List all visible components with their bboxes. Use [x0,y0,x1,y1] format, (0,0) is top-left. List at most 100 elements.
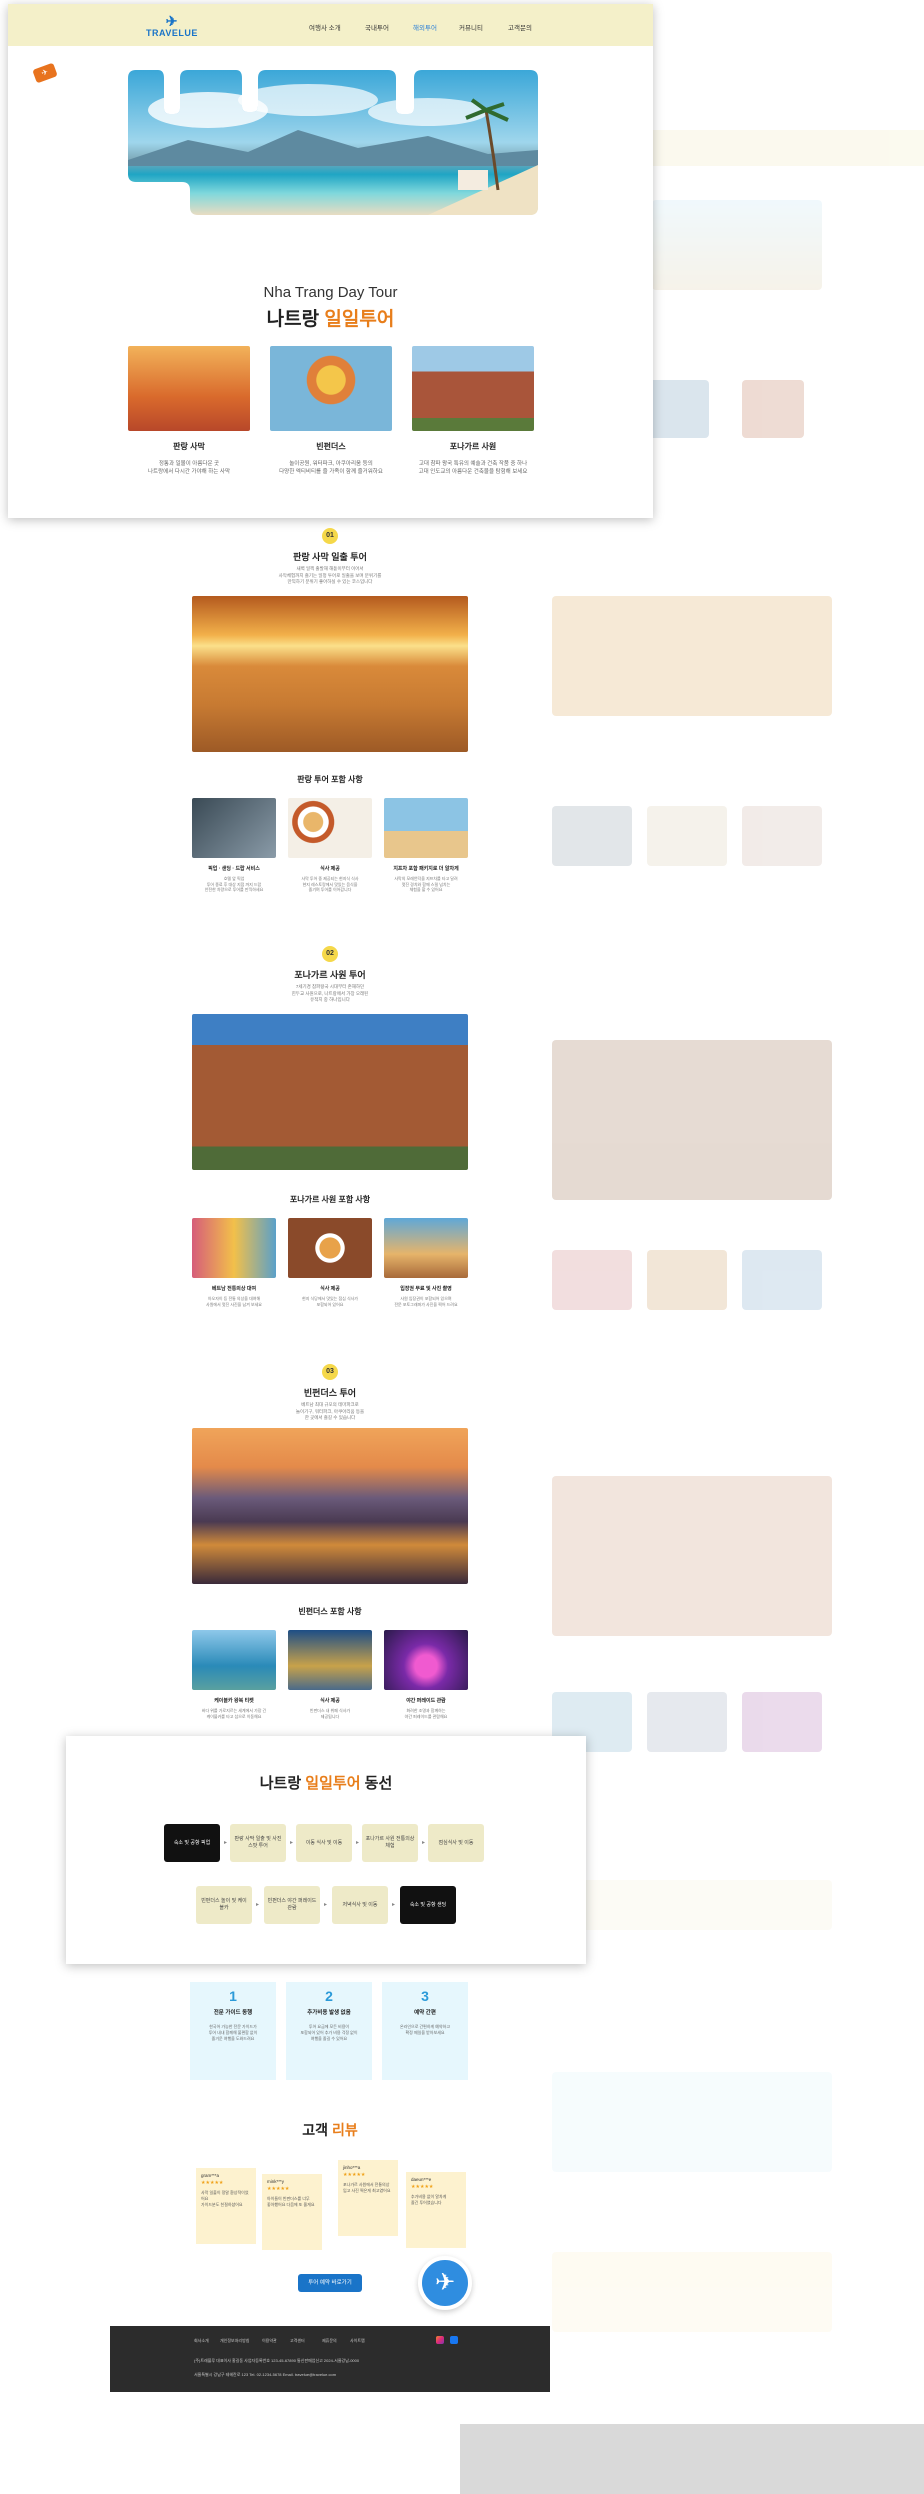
route-step: 저녁식사 및 이동 [332,1886,388,1924]
reviews-title-prefix: 고객 [302,2122,332,2138]
include-item: 식사 제공 빈펀더스 내 뷔페 식사가 제공됩니다 [288,1630,372,1719]
footer-link[interactable]: 사이트맵 [350,2338,365,2344]
nav-item-about[interactable]: 여행사 소개 [309,22,341,32]
faded-item-image [742,1250,822,1310]
card-desc: 정통과 일몰이 아름다운 곳 나트랑에서 다시간 가야해 하는 사막 [147,461,230,475]
star-icon: ★★★★★ [267,2186,290,2192]
instagram-icon[interactable] [436,2336,444,2344]
faded-card-image [647,380,709,438]
review-name: daeun***e [411,2177,432,2182]
section-desc: 새벽 일찍 출발해 해돋이부터 이어서 사막체험까지 즐기는 일정 투어로 일출… [278,566,382,584]
logo-text: TRAVELUE [146,28,198,38]
vinwonders-castle-image [192,1428,468,1584]
footer-link[interactable]: 이용약관 [262,2338,277,2344]
include-item: 식사 제공 현지 식당에서 맛있는 점심 식사가 포함되어 있어요 [288,1218,372,1307]
footer-link[interactable]: 제휴문의 [322,2338,337,2344]
card-title: 판랑 사막 [173,442,205,451]
hero-card: ✈ TRAVELUE 여행사 소개 국내투어 해외투어 커뮤니티 고객문의 ✈ [8,4,653,518]
feature-number: 2 [325,1988,333,2004]
faded-reviews [552,2252,832,2332]
section-title: 판랑 사막 일출 투어 [293,552,367,562]
buffet-image [288,1630,372,1690]
footer-link[interactable]: 개인정보처리방침 [220,2338,249,2344]
book-tour-button[interactable]: 투어 예약 바로가기 [298,2274,362,2292]
route-title: 나트랑 일일투어 동선 [66,1772,586,1793]
footer-link[interactable]: 고객센터 [290,2338,305,2344]
review-text: 사막 일출이 정말 환상적이었어요 가이드분도 친절하셨어요 [201,2190,249,2207]
route-card: 나트랑 일일투어 동선 숙소 및 공항 픽업 ▸ 판랑 사막 일출 및 사진 스… [66,1736,586,1964]
item-title: 지프차 포함 패키지로 더 알차게 [393,866,459,872]
logo[interactable]: ✈ TRAVELUE [146,14,198,38]
include-item: 식사 제공 사막 투어 중 제공되는 현지식 식사 현지 레스토랑에서 맛있는 … [288,798,372,893]
arrow-icon: ▸ [422,1840,426,1846]
nav-item-community[interactable]: 커뮤니티 [459,22,483,32]
nav-item-domestic[interactable]: 국내투어 [365,22,389,32]
item-title: 식사 제공 [320,866,340,872]
route-step: 숙소 및 공항 샌딩 [400,1886,456,1924]
review-text: 아이들이 빈펀더스를 너무 좋아했어요 다음에 또 올게요 [267,2196,315,2207]
desert-sunrise-image [192,596,468,752]
section-desc: 7세기경 참파왕국 시대부터 존재하던 힌두교 사원으로, 나트랑에서 가장 오… [291,984,369,1002]
footer-info: 서울특별시 강남구 테헤란로 123 Tel. 02-1234-5678 Ema… [194,2372,337,2377]
route-step: 빈펀더스 야간 퍼레이드 관람 [264,1886,320,1924]
feature-title: 추가비용 발생 없음 [307,2010,351,2016]
route-title-highlight: 일일투어 [305,1775,361,1792]
feature-desc: 한국어 가능한 전문 가이드가 투어 내내 함께해 불편함 없이 즐거운 여행을… [208,2024,258,2041]
faded-card-image [742,380,804,438]
feature-title: 전문 가이드 동행 [213,2010,253,2016]
faded-footer [460,2424,924,2494]
top-card-desert[interactable]: 판랑 사막 정통과 일몰이 아름다운 곳 나트랑에서 다시간 가야해 하는 사막 [128,346,250,476]
arrow-icon: ▸ [224,1840,228,1846]
facebook-icon[interactable] [450,2336,458,2344]
feature-desc: 투어 요금에 모든 비용이 포함되어 있어 추가 비용 걱정 없이 여행을 즐길… [300,2024,358,2041]
parade-image [384,1630,468,1690]
includes-title: 빈펀더스 포함 사항 [298,1607,362,1616]
ao-dai-image [192,1218,276,1278]
top-card-vinwonders[interactable]: 빈펀더스 놀이공원, 워터파크, 아쿠아리움 등의 다양한 엑티비티를 즐 가족… [270,346,392,476]
section-desc: 베트남 최대 규모의 테마파크로 놀이기구, 워터파크, 아쿠아리움 등을 한 … [295,1402,365,1420]
top-card-ponagar[interactable]: 포나가르 사원 고대 참파 왕국 특유의 예술과 건축 작품 중 하나 고대 인… [412,346,534,476]
route-step: 점심식사 및 이동 [428,1824,484,1862]
arrow-icon: ▸ [256,1902,260,1908]
faded-section-image [552,1040,832,1200]
route-step: 빈펀더스 놀이 및 케이블카 [196,1886,252,1924]
jeep-image [384,798,468,858]
nav-item-overseas[interactable]: 해외투어 [413,22,437,32]
faded-item-image [552,806,632,866]
include-item: 입장권 무료 및 사진 촬영 사원 입장권이 포함되어 있으며 전문 포토그래퍼… [384,1218,468,1307]
footer-info: (주)트래블루 대표이사 홍길동 사업자등록번호 123-45-67890 통신… [194,2358,360,2363]
faded-section-image [552,596,832,716]
hero-title-highlight: 일일투어 [324,309,395,330]
feature-card: 1 전문 가이드 동행 한국어 가능한 전문 가이드가 투어 내내 함께해 불편… [190,1982,276,2080]
review-text: 추가비용 없이 알차게 즐긴 투어였습니다 [411,2194,447,2205]
review-text: 포나가르 사원에서 전통의상 입고 사진 찍은게 최고였어요 [343,2182,391,2193]
meal-image [288,1218,372,1278]
review-card: jinho***a ★★★★★ 포나가르 사원에서 전통의상 입고 사진 찍은게… [338,2160,398,2236]
faded-section-image [552,1476,832,1636]
route-step: 판랑 사막 일출 및 사진 스팟 투어 [230,1824,286,1862]
item-desc: 빈펀더스 내 뷔페 식사가 제공됩니다 [309,1708,351,1719]
section-title: 빈펀더스 투어 [303,1388,357,1398]
footer-link[interactable]: 회사소개 [194,2338,209,2344]
review-name: jinho***a [343,2165,361,2170]
include-item: 야간 퍼레이드 관람 화려한 조명과 함께하는 야간 퍼레이드를 관람해요 [384,1630,468,1719]
cable-car-image [192,1630,276,1690]
plane-fab-button[interactable]: ✈ [418,2256,472,2310]
route-title-prefix: 나트랑 [259,1775,306,1792]
item-desc: 아오자이 등 전통 의상을 대여해 사원에서 멋진 사진을 남겨 보세요 [206,1296,262,1307]
hero-title-ko: 나트랑 일일투어 [8,304,653,331]
arrow-icon: ▸ [290,1840,294,1846]
faded-route [552,1880,832,1930]
card-title: 빈펀더스 [316,442,346,451]
item-desc: 현지 식당에서 맛있는 점심 식사가 포함되어 있어요 [302,1296,358,1307]
hero-image [128,70,538,215]
food-image [288,798,372,858]
nav-item-contact[interactable]: 고객문의 [508,22,532,32]
section-number: 01 [322,528,338,544]
feature-desc: 온라인으로 간편하게 예약하고 확정 메일을 받아보세요 [399,2024,451,2035]
item-desc: 사막 투어 중 제공되는 현지식 식사 현지 레스토랑에서 맛있는 음식을 즐기… [301,876,359,892]
ticket-icon[interactable]: ✈ [32,62,58,84]
route-step: 숙소 및 공항 픽업 [164,1824,220,1862]
review-card: mink***y ★★★★★ 아이들이 빈펀더스를 너무 좋아했어요 다음에 또… [262,2174,322,2250]
footer: 회사소개 개인정보처리방침 이용약관 고객센터 제휴문의 사이트맵 (주)트래블… [110,2326,550,2392]
